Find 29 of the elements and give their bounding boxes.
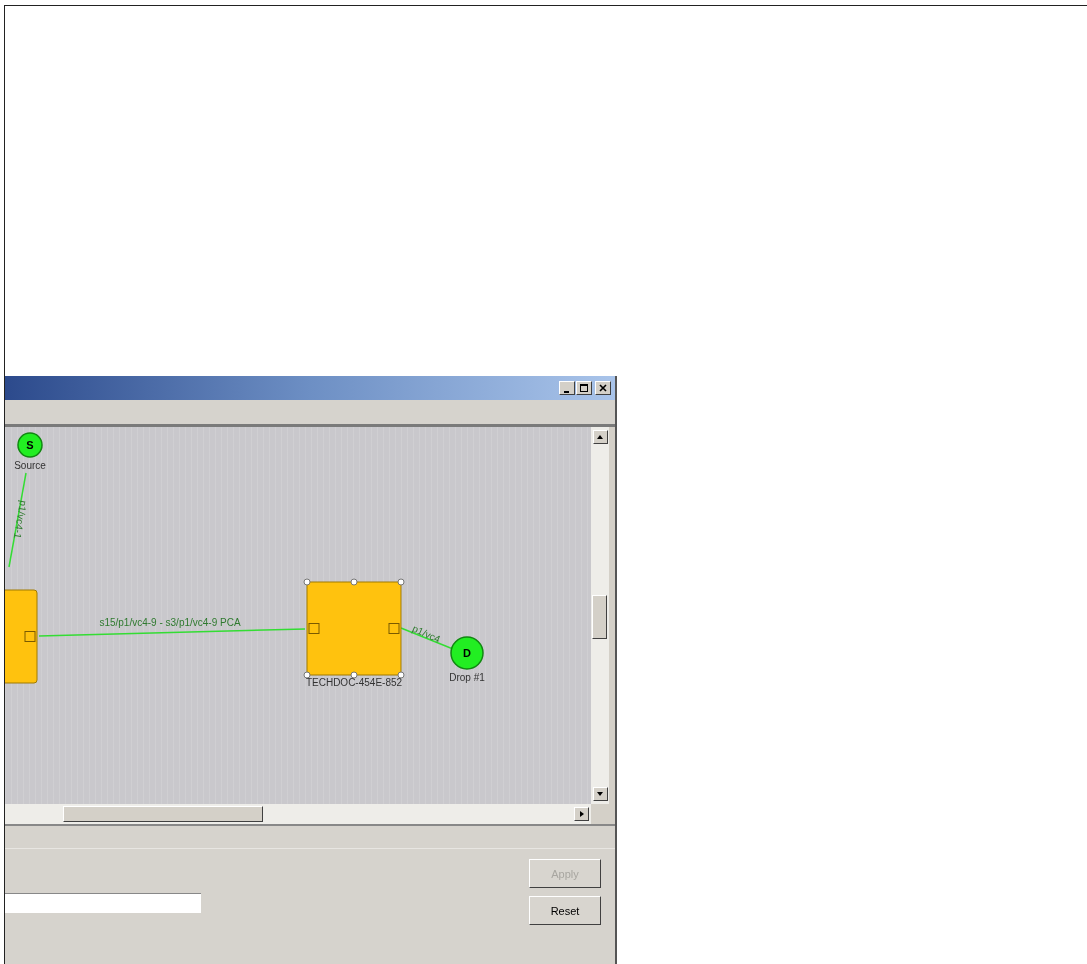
device-node[interactable]: [5, 589, 38, 684]
right-arrow-icon: [578, 810, 585, 818]
maximize-button[interactable]: [576, 381, 592, 395]
node-label: Source: [14, 460, 46, 471]
down-arrow-icon: [596, 791, 604, 797]
endpoint-node[interactable]: S: [17, 432, 43, 458]
scroll-right-button[interactable]: [574, 807, 589, 821]
device-node[interactable]: [303, 578, 405, 679]
scroll-down-button[interactable]: [592, 787, 608, 801]
node-label: TECHDOC-454E-852: [305, 677, 403, 688]
scroll-up-button[interactable]: [592, 430, 608, 444]
scroll-thumb[interactable]: [63, 806, 263, 822]
reset-button[interactable]: Reset: [529, 896, 601, 925]
up-arrow-icon: [596, 434, 604, 440]
close-icon: [598, 383, 608, 393]
horizontal-scrollbar[interactable]: [5, 804, 591, 824]
link-label: p1/vc4-1: [11, 499, 30, 540]
close-button[interactable]: [595, 381, 611, 395]
text-field[interactable]: [5, 893, 201, 913]
maximize-icon: [579, 383, 589, 393]
node-label: Drop #1: [449, 672, 485, 683]
link-label: p1/vc4: [410, 622, 443, 645]
minimize-button[interactable]: [559, 381, 575, 395]
minimize-icon: [563, 390, 569, 393]
link-line: [400, 627, 454, 650]
vertical-scrollbar[interactable]: [591, 427, 609, 804]
endpoint-node[interactable]: D: [450, 636, 484, 670]
scroll-thumb[interactable]: [592, 595, 607, 639]
link-label: s15/p1/vc4-9 - s3/p1/vc4-9 PCA: [99, 617, 241, 628]
